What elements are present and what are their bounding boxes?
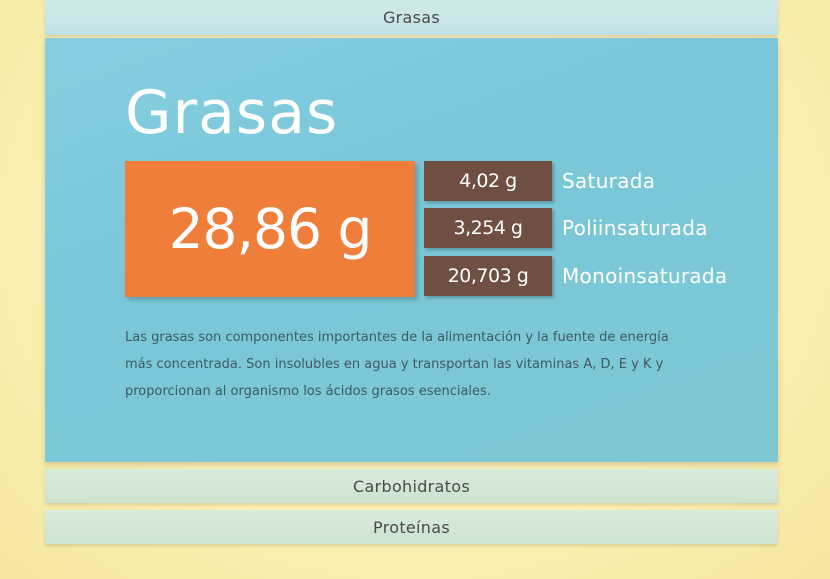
breakdown-row-poliinsaturada: 3,254 g Poliinsaturada	[424, 208, 708, 248]
breakdown-value: 3,254 g	[424, 208, 552, 248]
accordion-header-label: Grasas	[382, 8, 441, 27]
breakdown-value: 4,02 g	[424, 161, 552, 201]
breakdown-row-saturada: 4,02 g Saturada	[424, 161, 655, 201]
accordion-header-label: Carbohidratos	[353, 476, 470, 496]
breakdown-label: Saturada	[562, 169, 656, 193]
grasas-panel: Grasas 28,86 g 4,02 g Saturada 3,254 g P…	[45, 38, 778, 462]
accordion-header-grasas[interactable]: Grasas	[45, 0, 778, 35]
description-text: Las grasas son componentes importantes d…	[125, 330, 669, 399]
breakdown-label: Poliinsaturada	[562, 216, 708, 240]
breakdown-row-monoinsaturada: 20,703 g Monoinsaturada	[424, 256, 727, 296]
breakdown-label: Monoinsaturada	[562, 264, 728, 288]
breakdown-value: 20,703 g	[424, 256, 552, 296]
accordion-header-proteinas[interactable]: Proteínas	[45, 510, 778, 544]
total-fat-value: 28,86 g	[125, 161, 415, 297]
accordion-header-label: Proteínas	[373, 517, 450, 537]
panel-title: Grasas	[125, 78, 339, 148]
accordion-header-carbohidratos[interactable]: Carbohidratos	[45, 469, 778, 503]
